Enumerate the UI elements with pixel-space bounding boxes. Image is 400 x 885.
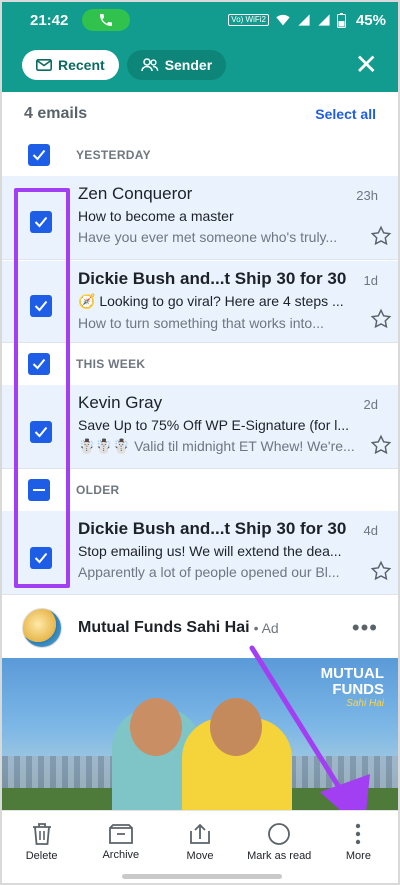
- email-time: 2d: [363, 397, 378, 412]
- email-subject: Save Up to 75% Off WP E-Signature (for l…: [78, 417, 350, 433]
- email-sender: Dickie Bush and...t Ship 30 for 30: [78, 269, 347, 288]
- sender-label: Sender: [164, 57, 213, 73]
- select-all-link[interactable]: Select all: [315, 106, 376, 122]
- delete-label: Delete: [25, 849, 58, 862]
- star-icon[interactable]: [370, 308, 392, 330]
- volte-indicator: Vo) WiFi2: [228, 14, 269, 26]
- people-icon: [140, 58, 158, 72]
- status-bar: 21:42 Vo) WiFi2 45%: [2, 2, 398, 38]
- list-header: 4 emails Select all: [2, 94, 398, 134]
- recent-filter-chip[interactable]: Recent: [22, 50, 119, 80]
- email-sender: Kevin Gray: [78, 393, 163, 412]
- status-time: 21:42: [30, 11, 69, 29]
- move-icon: [190, 823, 210, 844]
- mark-as-read-button[interactable]: Mark as read: [240, 811, 319, 872]
- mark-as-read-label: Mark as read: [247, 849, 312, 862]
- section-yesterday: YESTERDAY: [2, 136, 398, 174]
- phone-icon: [100, 14, 113, 26]
- signal-icon: [298, 14, 310, 26]
- archive-icon: [108, 823, 133, 844]
- email-count: 4 emails: [24, 105, 88, 122]
- wifi-icon: [276, 14, 290, 26]
- star-icon[interactable]: [370, 434, 392, 456]
- email-time: 4d: [363, 523, 378, 538]
- section-checkbox-yesterday[interactable]: [28, 144, 50, 166]
- email-preview: How to turn something that works into...: [78, 315, 324, 331]
- trash-icon: [32, 822, 51, 845]
- email-subject: 🧭 Looking to go viral? Here are 4 steps …: [78, 293, 344, 309]
- delete-button[interactable]: Delete: [2, 811, 81, 872]
- star-icon[interactable]: [370, 225, 392, 247]
- email-sender: Zen Conqueror: [78, 184, 193, 203]
- move-button[interactable]: Move: [160, 811, 239, 872]
- email-sender: Dickie Bush and...t Ship 30 for 30: [78, 519, 347, 538]
- banner-person-left-head: [130, 698, 182, 756]
- more-label: More: [345, 849, 371, 862]
- more-horizontal-icon[interactable]: •••: [352, 615, 378, 641]
- archive-label: Archive: [102, 848, 140, 861]
- email-time: 23h: [356, 188, 378, 203]
- section-label: THIS WEEK: [76, 357, 146, 371]
- star-icon[interactable]: [370, 560, 392, 582]
- ad-avatar: [22, 608, 62, 648]
- annotation-highlight-box: [14, 188, 70, 588]
- more-vertical-icon: [356, 823, 361, 844]
- sender-filter-chip[interactable]: Sender: [126, 50, 227, 80]
- bottom-action-bar: Delete Archive Move Mark as read More: [2, 810, 398, 872]
- checkmark-icon: [32, 149, 46, 161]
- battery-percent: 45%: [355, 11, 386, 29]
- ongoing-call-indicator[interactable]: [82, 9, 131, 31]
- home-indicator[interactable]: [122, 874, 282, 879]
- signal-icon-2: [318, 14, 330, 26]
- section-label: YESTERDAY: [76, 148, 151, 162]
- ad-tag: • Ad: [253, 620, 279, 636]
- mail-icon: [36, 59, 52, 71]
- email-time: 1d: [363, 273, 378, 288]
- email-subject: How to become a master: [78, 208, 234, 224]
- email-subject: Stop emailing us! We will extend the dea…: [78, 543, 342, 559]
- circle-icon: [268, 822, 291, 845]
- close-icon[interactable]: ✕: [355, 51, 378, 79]
- battery-icon: [336, 12, 346, 28]
- section-label: OLDER: [76, 483, 120, 497]
- move-label: Move: [186, 849, 214, 862]
- archive-button[interactable]: Archive: [81, 811, 160, 872]
- email-preview: Have you ever met someone who's truly...: [78, 229, 338, 245]
- more-button[interactable]: More: [319, 811, 398, 872]
- filter-bar: Recent Sender ✕: [2, 38, 398, 92]
- ad-title: Mutual Funds Sahi Hai: [78, 619, 250, 636]
- recent-label: Recent: [58, 57, 105, 73]
- email-preview: Apparently a lot of people opened our Bl…: [78, 564, 340, 580]
- email-preview: ☃️☃️☃️ Valid til midnight ET Whew! We're…: [78, 438, 355, 454]
